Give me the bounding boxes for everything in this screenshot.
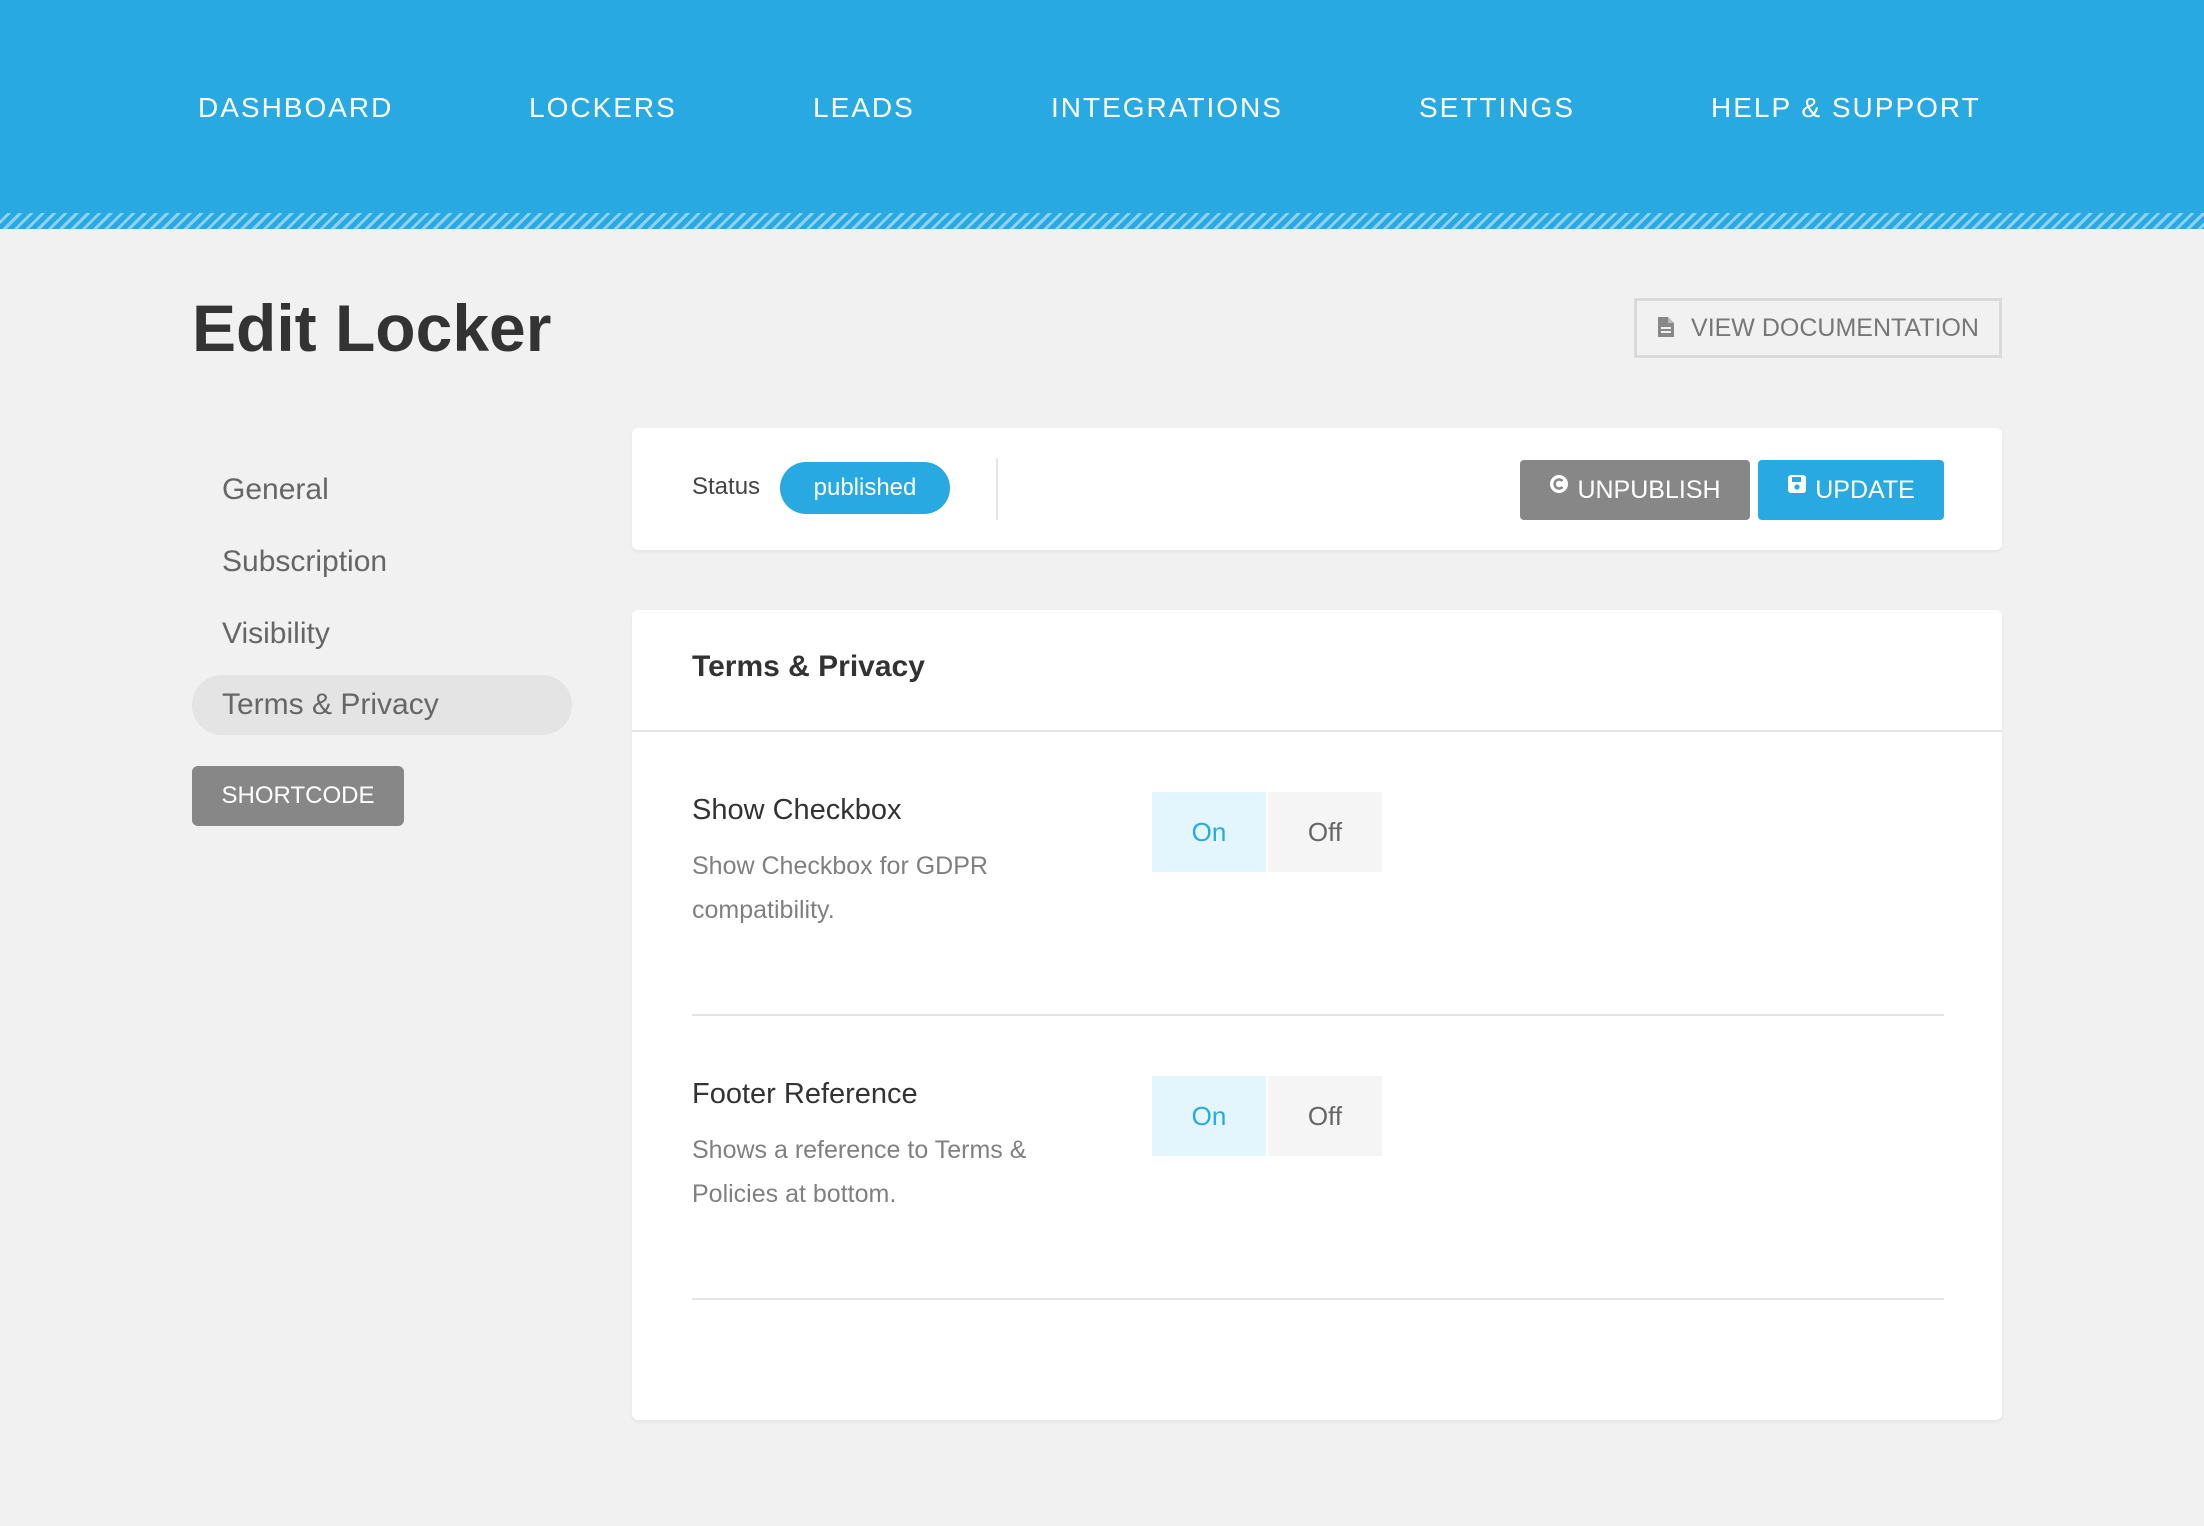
update-label: UPDATE — [1815, 475, 1915, 504]
show-checkbox-description: Show Checkbox for GDPR compatibility. — [692, 852, 988, 924]
view-documentation-label: VIEW DOCUMENTATION — [1691, 313, 1979, 342]
sidebar-item-subscription[interactable]: Subscription — [192, 532, 572, 592]
sidebar-item-label: General — [222, 473, 329, 506]
footer-reference-description: Shows a reference to Terms & Policies at… — [692, 1136, 1027, 1208]
document-icon — [1657, 316, 1677, 340]
footer-reference-off-option[interactable]: Off — [1268, 1076, 1382, 1156]
nav-item-help-support[interactable]: HELP & SUPPORT — [1711, 92, 1981, 124]
nav-item-integrations[interactable]: INTEGRATIONS — [1051, 92, 1283, 124]
show-checkbox-toggle: On Off — [1152, 792, 1382, 872]
nav-item-dashboard[interactable]: DASHBOARD — [198, 92, 393, 124]
unpublish-icon — [1549, 475, 1569, 494]
section-title: Terms & Privacy — [692, 650, 925, 683]
status-card: Status published UNPUBLISH UPDATE — [632, 428, 2002, 550]
section-header-divider — [632, 730, 2002, 732]
topbar-stripe — [0, 213, 2204, 229]
footer-reference-title: Footer Reference — [692, 1078, 918, 1110]
nav-item-settings[interactable]: SETTINGS — [1419, 92, 1575, 124]
nav-item-lockers[interactable]: LOCKERS — [529, 92, 677, 124]
status-divider — [996, 458, 998, 520]
top-navigation-bar: DASHBOARD LOCKERS LEADS INTEGRATIONS SET… — [0, 0, 2204, 229]
view-documentation-button[interactable]: VIEW DOCUMENTATION — [1634, 298, 2002, 358]
sidebar-item-general[interactable]: General — [192, 460, 572, 520]
unpublish-button[interactable]: UNPUBLISH — [1520, 460, 1750, 520]
unpublish-label: UNPUBLISH — [1577, 475, 1721, 504]
option-divider — [692, 1298, 1944, 1300]
sidebar-item-terms-privacy[interactable]: Terms & Privacy — [192, 675, 572, 735]
footer-reference-on-option[interactable]: On — [1152, 1076, 1266, 1156]
show-checkbox-on-option[interactable]: On — [1152, 792, 1266, 872]
nav-item-leads[interactable]: LEADS — [813, 92, 915, 124]
save-icon — [1787, 475, 1807, 494]
sidebar-item-label: Terms & Privacy — [222, 688, 439, 721]
sidebar-item-visibility[interactable]: Visibility — [192, 604, 572, 664]
option-divider — [692, 1014, 1944, 1016]
status-label: Status — [692, 473, 761, 500]
sidebar-item-label: Subscription — [222, 545, 388, 578]
terms-privacy-card: Terms & Privacy Show Checkbox Show Check… — [632, 610, 2002, 1420]
shortcode-button[interactable]: SHORTCODE — [192, 766, 404, 826]
show-checkbox-off-option[interactable]: Off — [1268, 792, 1382, 872]
page-title: Edit Locker — [192, 291, 552, 365]
sidebar-item-label: Visibility — [222, 617, 330, 650]
show-checkbox-title: Show Checkbox — [692, 794, 902, 826]
status-badge: published — [780, 462, 950, 514]
update-button[interactable]: UPDATE — [1758, 460, 1944, 520]
footer-reference-toggle: On Off — [1152, 1076, 1382, 1156]
